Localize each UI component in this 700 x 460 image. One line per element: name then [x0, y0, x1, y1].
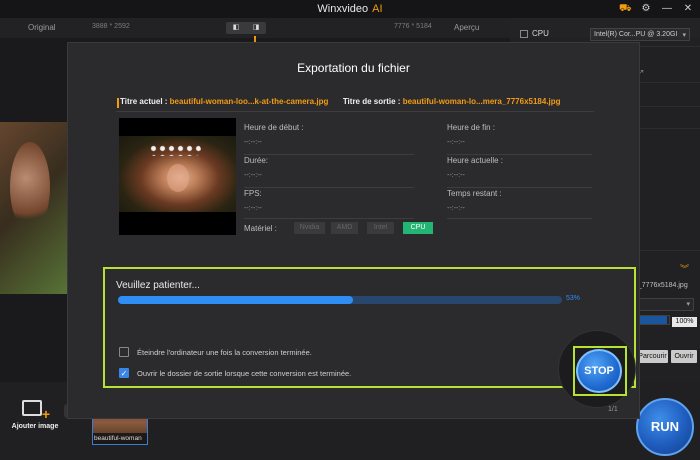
remaining-time-label: Temps restant :	[447, 189, 502, 198]
page-count: 1/1	[608, 406, 618, 413]
start-time-value: --:--:--	[244, 139, 262, 146]
preview-label: Aperçu	[454, 23, 480, 32]
progress-bar-fill	[118, 296, 354, 304]
file-titles-row: Titre actuel : beautiful-woman-loo...k-a…	[120, 97, 561, 106]
end-time-field: Heure de fin : --:--:--	[447, 123, 495, 146]
shutdown-label: Éteindre l'ordinateur une fois la conver…	[137, 348, 312, 357]
shutdown-checkbox[interactable]	[119, 347, 129, 357]
cpu-label: CPU	[532, 29, 549, 38]
cpu-select-value: Intel(R) Cor...PU @ 3.20GI	[594, 31, 678, 38]
minimize-icon[interactable]: —	[661, 3, 673, 15]
hardware-option-amd[interactable]: AMD	[331, 222, 358, 234]
progress-percent: 53%	[566, 295, 581, 302]
export-dialog: Exportation du fichier Titre actuel : be…	[67, 42, 640, 419]
hardware-option-cpu[interactable]: CPU	[403, 222, 433, 234]
view-mode-toggle[interactable]: ◧ ◨	[226, 22, 266, 34]
current-time-label: Heure actuelle :	[447, 156, 504, 165]
dialog-title: Exportation du fichier	[297, 61, 410, 75]
app-title-name: Winxvideo	[317, 3, 369, 15]
split-view-icon[interactable]: ◧	[226, 22, 246, 34]
current-title-key: Titre actuel :	[120, 97, 168, 106]
add-image-icon: +	[22, 398, 50, 422]
output-title-key: Titre de sortie :	[342, 97, 401, 106]
thumbnail-caption: beautiful-woman	[93, 433, 147, 444]
current-time-value: --:--:--	[447, 172, 465, 179]
checkmark-icon: ✓	[120, 369, 128, 378]
remaining-time-value: --:--:--	[447, 205, 465, 212]
progress-status-label: Veuillez patienter...	[116, 280, 200, 291]
start-time-field: Heure de début : --:--:--	[244, 123, 304, 146]
remaining-time-field: Temps restant : --:--:--	[447, 189, 502, 212]
window-controls: ⛟ ⚙ — ✕	[619, 3, 694, 15]
export-preview-image	[119, 118, 236, 235]
current-title-value: beautiful-woman-loo...k-at-the-camera.jp…	[169, 97, 329, 106]
close-icon[interactable]: ✕	[682, 3, 694, 15]
gear-icon[interactable]: ⚙	[640, 3, 652, 15]
hardware-option-intel[interactable]: Intel	[367, 222, 394, 234]
cart-icon[interactable]: ⛟	[619, 3, 632, 15]
add-image-button[interactable]: + Ajouter image	[8, 398, 62, 438]
fps-label: FPS:	[244, 189, 262, 198]
open-folder-checkbox[interactable]: ✓	[119, 368, 129, 378]
end-time-label: Heure de fin :	[447, 123, 496, 132]
add-image-label: Ajouter image	[11, 423, 59, 430]
end-time-value: --:--:--	[447, 139, 465, 146]
duration-label: Durée:	[244, 156, 269, 165]
original-resolution: 3888 * 2592	[92, 23, 130, 30]
cpu-checkbox[interactable]	[520, 30, 528, 38]
original-label: Original	[28, 23, 56, 32]
title-divider	[116, 111, 594, 112]
duration-value: --:--:--	[244, 172, 262, 179]
title-row-accent	[117, 98, 119, 108]
compare-view-icon[interactable]: ◨	[246, 22, 266, 34]
current-time-field: Heure actuelle : --:--:--	[447, 156, 503, 179]
stop-button[interactable]: STOP	[576, 349, 622, 393]
fps-field: FPS: --:--:--	[244, 189, 262, 212]
app-title: Winxvideo AI	[0, 3, 700, 15]
app-title-accent: AI	[372, 3, 383, 15]
duration-field: Durée: --:--:--	[244, 156, 268, 179]
output-resolution: 7776 * 5184	[394, 23, 432, 30]
start-time-label: Heure de début :	[244, 123, 304, 132]
output-title-value: beautiful-woman-lo...mera_7776x5184.jpg	[402, 97, 561, 106]
fps-value: --:--:--	[244, 205, 262, 212]
hardware-label: Matériel :	[244, 224, 277, 233]
hardware-option-nvidia[interactable]: Nvidia	[294, 222, 325, 234]
title-bar: Winxvideo AI ⛟ ⚙ — ✕	[0, 0, 700, 18]
progress-bar	[118, 296, 562, 304]
open-folder-label: Ouvrir le dossier de sortie lorsque cett…	[137, 369, 352, 378]
run-button[interactable]: RUN	[636, 398, 694, 456]
